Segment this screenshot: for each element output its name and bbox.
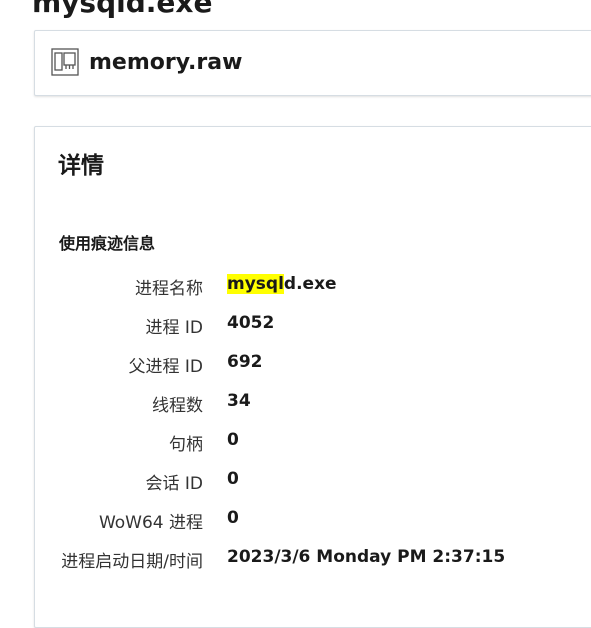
search-highlight: mysql [227,274,284,294]
details-title: 详情 [58,153,104,179]
row-value[interactable]: 2023/3/6 Monday PM 2:37:15 [227,547,505,567]
row-label: 进程名称 [135,279,203,299]
row-value[interactable]: 692 [227,352,263,372]
section-title: 使用痕迹信息 [59,234,156,253]
detail-row-session-id: 会话 ID 0 [35,469,591,494]
detail-row-parent-process-id: 父进程 ID 692 [35,352,591,377]
row-label: 线程数 [152,396,203,416]
file-name: memory.raw [89,50,243,75]
detail-row-wow64-process: WoW64 进程 0 [35,508,591,533]
row-value[interactable]: 0 [227,430,239,450]
row-label: 父进程 ID [128,357,203,377]
row-label: 进程 ID [145,318,203,338]
row-label: 会话 ID [145,474,203,494]
row-value-rest: d.exe [283,274,337,294]
row-value[interactable]: 34 [227,391,251,411]
detail-row-handles: 句柄 0 [35,430,591,455]
row-value[interactable]: 0 [227,469,239,489]
detail-row-start-time: 进程启动日期/时间 2023/3/6 Monday PM 2:37:15 [35,547,591,572]
memory-dump-icon [51,48,79,76]
row-value[interactable]: 0 [227,508,239,528]
row-label: WoW64 进程 [98,513,203,533]
row-value[interactable]: 4052 [227,313,274,333]
file-card[interactable]: memory.raw [34,30,591,96]
details-panel: 详情 使用痕迹信息 进程名称 mysqld.exe 进程 ID 4052 父进程… [34,126,591,628]
detail-row-thread-count: 线程数 34 [35,391,591,416]
row-label: 进程启动日期/时间 [61,552,203,572]
row-value[interactable]: mysqld.exe [227,274,337,294]
page-title: mysqld.exe [32,0,213,19]
detail-row-process-name: 进程名称 mysqld.exe [35,274,591,299]
row-label: 句柄 [169,435,203,455]
detail-row-process-id: 进程 ID 4052 [35,313,591,338]
